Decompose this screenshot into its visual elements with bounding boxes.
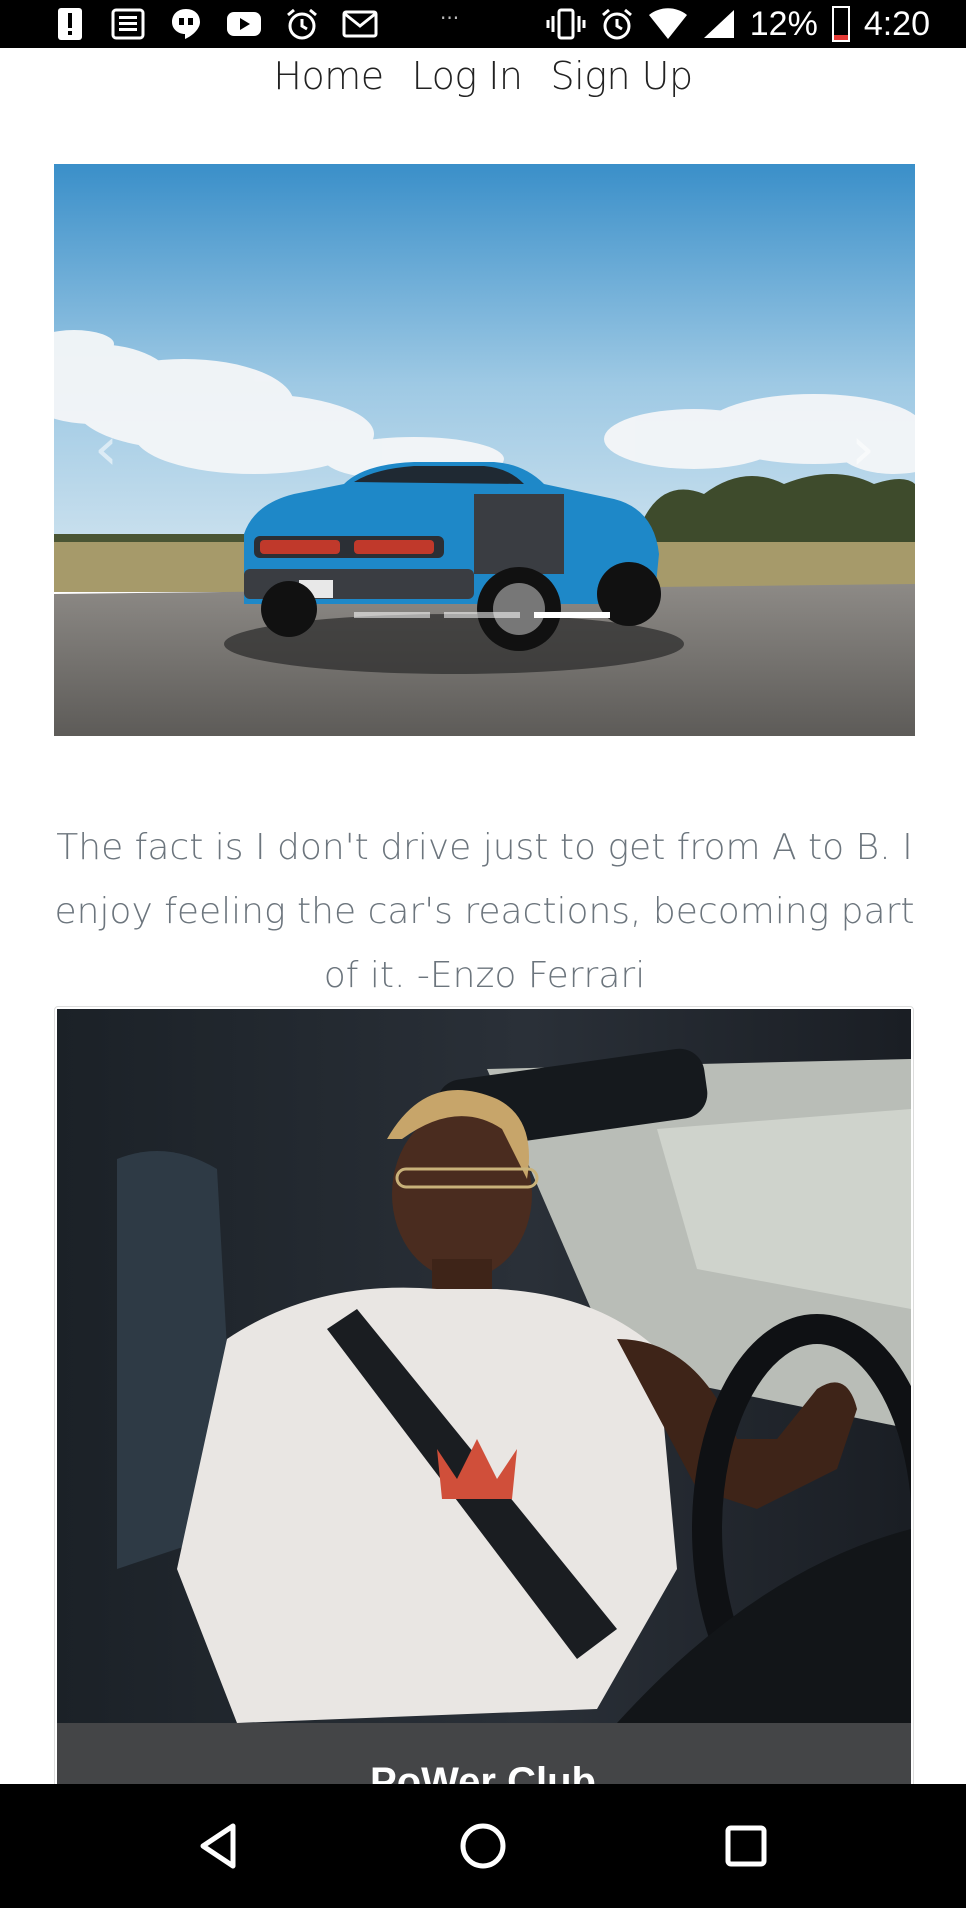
home-icon[interactable] — [457, 1820, 509, 1872]
hangouts-icon — [168, 6, 204, 42]
clock: 4:20 — [863, 4, 930, 43]
system-navigation-bar — [0, 1784, 966, 1908]
alert-icon — [52, 6, 88, 42]
gmail-icon — [342, 6, 378, 42]
carousel-indicator[interactable] — [354, 612, 430, 618]
carousel-indicator[interactable] — [444, 612, 520, 618]
nav-home-link[interactable]: Home — [273, 54, 384, 110]
wifi-icon — [648, 8, 687, 39]
image-carousel: ‹ › — [54, 164, 915, 736]
carousel-indicators — [354, 612, 610, 618]
carousel-indicator-active[interactable] — [534, 612, 610, 618]
top-nav: Home Log In Sign Up — [0, 54, 966, 110]
alarm-icon — [601, 8, 632, 40]
battery-percent: 12% — [749, 4, 818, 43]
carousel-slide-image — [54, 164, 915, 736]
carousel-next-button[interactable]: › — [851, 414, 875, 484]
youtube-icon — [226, 6, 262, 42]
back-icon[interactable] — [193, 1820, 245, 1872]
system-status: 12% 4:20 — [546, 0, 930, 48]
card-image — [57, 1009, 911, 1723]
news-icon — [110, 6, 146, 42]
battery-icon — [831, 6, 850, 42]
nav-login-link[interactable]: Log In — [412, 54, 523, 110]
vibrate-icon — [546, 8, 586, 40]
quote-text: The fact is I don't drive just to get fr… — [54, 827, 915, 996]
status-bar: ··· 12% 4:20 — [0, 0, 966, 48]
carousel-prev-button[interactable]: ‹ — [94, 414, 118, 484]
notification-icons — [52, 4, 378, 44]
nav-signup-link[interactable]: Sign Up — [551, 54, 694, 110]
more-notifications-icon: ··· — [440, 6, 460, 30]
recents-icon[interactable] — [720, 1820, 772, 1872]
signal-icon — [703, 10, 734, 38]
alarm-icon — [284, 6, 320, 42]
